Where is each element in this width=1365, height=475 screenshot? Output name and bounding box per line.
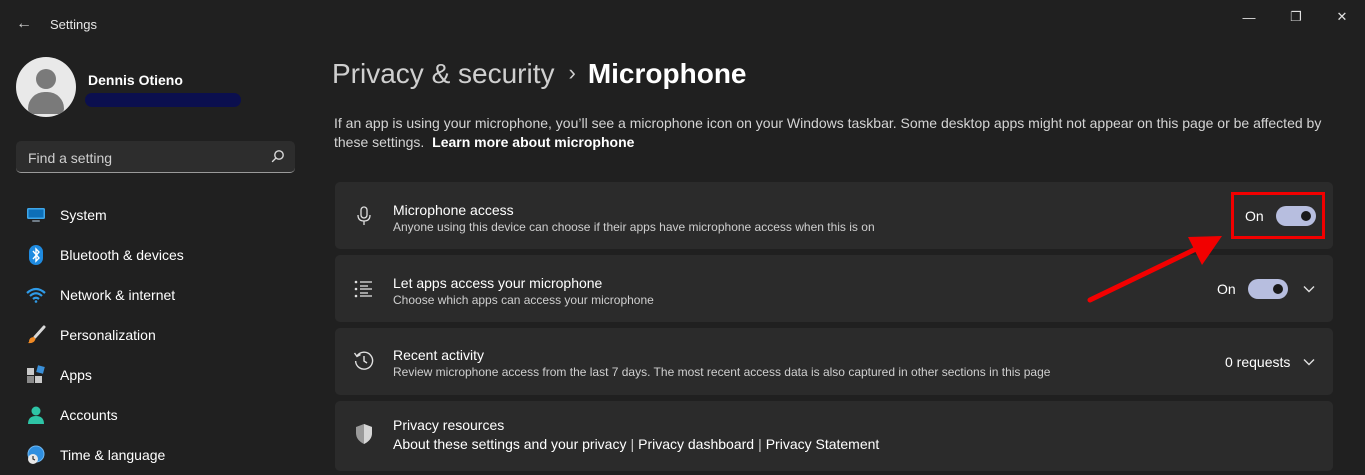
sidebar-item-system[interactable]: System [16, 195, 295, 235]
history-icon [353, 350, 375, 372]
breadcrumb-parent-link[interactable]: Privacy & security [332, 58, 555, 89]
user-name: Dennis Otieno [88, 72, 183, 88]
user-email-redacted [85, 93, 241, 107]
recent-activity-card[interactable]: Recent activity Review microphone access… [335, 328, 1333, 395]
sidebar-item-bluetooth[interactable]: Bluetooth & devices [16, 235, 295, 275]
avatar[interactable] [16, 57, 76, 117]
page-title: Microphone [587, 58, 747, 89]
privacy-dashboard-link[interactable]: Privacy dashboard [638, 436, 754, 452]
globe-clock-icon [26, 445, 46, 465]
learn-more-link[interactable]: Learn more about microphone [432, 134, 634, 150]
search-box[interactable] [16, 141, 295, 173]
sidebar-item-label: Apps [60, 367, 92, 383]
privacy-statement-link[interactable]: Privacy Statement [766, 436, 880, 452]
annotation-arrow [1087, 236, 1222, 303]
chevron-down-icon[interactable] [1301, 354, 1317, 370]
card-title: Microphone access [393, 202, 514, 218]
app-title: Settings [50, 17, 97, 32]
annotation-highlight-box [1231, 192, 1325, 239]
title-bar: ← Settings — ❐ ✕ [0, 0, 1365, 48]
back-button[interactable]: ← [10, 12, 38, 36]
monitor-icon [26, 205, 46, 225]
page-description: If an app is using your microphone, you’… [334, 114, 1334, 152]
link-separator: | [630, 436, 635, 452]
wifi-icon [26, 285, 46, 305]
search-icon[interactable] [271, 149, 285, 163]
search-input[interactable] [26, 148, 260, 168]
maximize-button[interactable]: ❐ [1273, 6, 1319, 28]
privacy-links: About these settings and your privacy | Pr… [393, 436, 879, 452]
minimize-button[interactable]: — [1226, 6, 1272, 28]
person-icon [26, 405, 46, 425]
breadcrumb: Privacy & security › Microphone [332, 58, 747, 90]
sidebar-item-label: System [60, 207, 107, 223]
card-title: Privacy resources [393, 417, 505, 433]
bluetooth-icon [26, 245, 46, 265]
sidebar-item-time-language[interactable]: Time & language [16, 435, 295, 475]
microphone-icon [353, 205, 375, 227]
apps-icon [26, 365, 46, 385]
toggle-knob [1272, 284, 1283, 294]
sidebar-item-network[interactable]: Network & internet [16, 275, 295, 315]
card-title: Recent activity [393, 347, 485, 363]
avatar-body-shape [28, 92, 64, 114]
avatar-head-shape [36, 69, 56, 89]
sidebar-item-label: Time & language [60, 447, 166, 463]
sidebar-item-label: Personalization [60, 327, 156, 343]
about-privacy-link[interactable]: About these settings and your privacy [393, 436, 626, 452]
card-subtitle: Review microphone access from the last 7… [393, 365, 1051, 379]
card-title: Let apps access your microphone [393, 275, 603, 291]
shield-icon [353, 423, 375, 445]
privacy-resources-card: Privacy resources About these settings a… [335, 401, 1333, 471]
request-count: 0 requests [1225, 354, 1291, 370]
card-subtitle: Anyone using this device can choose if t… [393, 220, 875, 234]
close-button[interactable]: ✕ [1319, 6, 1365, 28]
apps-access-toggle[interactable] [1247, 279, 1288, 299]
brush-icon [26, 325, 46, 345]
chevron-down-icon[interactable] [1301, 281, 1317, 297]
sidebar-item-apps[interactable]: Apps [16, 355, 295, 395]
link-separator: | [758, 436, 762, 452]
sidebar-item-personalization[interactable]: Personalization [16, 315, 295, 355]
sidebar-item-label: Bluetooth & devices [60, 247, 184, 263]
sidebar-nav: System Bluetooth & devices Network & int… [16, 195, 295, 475]
sidebar-item-label: Network & internet [60, 287, 176, 303]
card-subtitle: Choose which apps can access your microp… [393, 293, 654, 307]
breadcrumb-separator: › [568, 60, 576, 85]
sidebar-item-accounts[interactable]: Accounts [16, 395, 295, 435]
sidebar-item-label: Accounts [60, 407, 118, 423]
list-icon [353, 278, 375, 300]
